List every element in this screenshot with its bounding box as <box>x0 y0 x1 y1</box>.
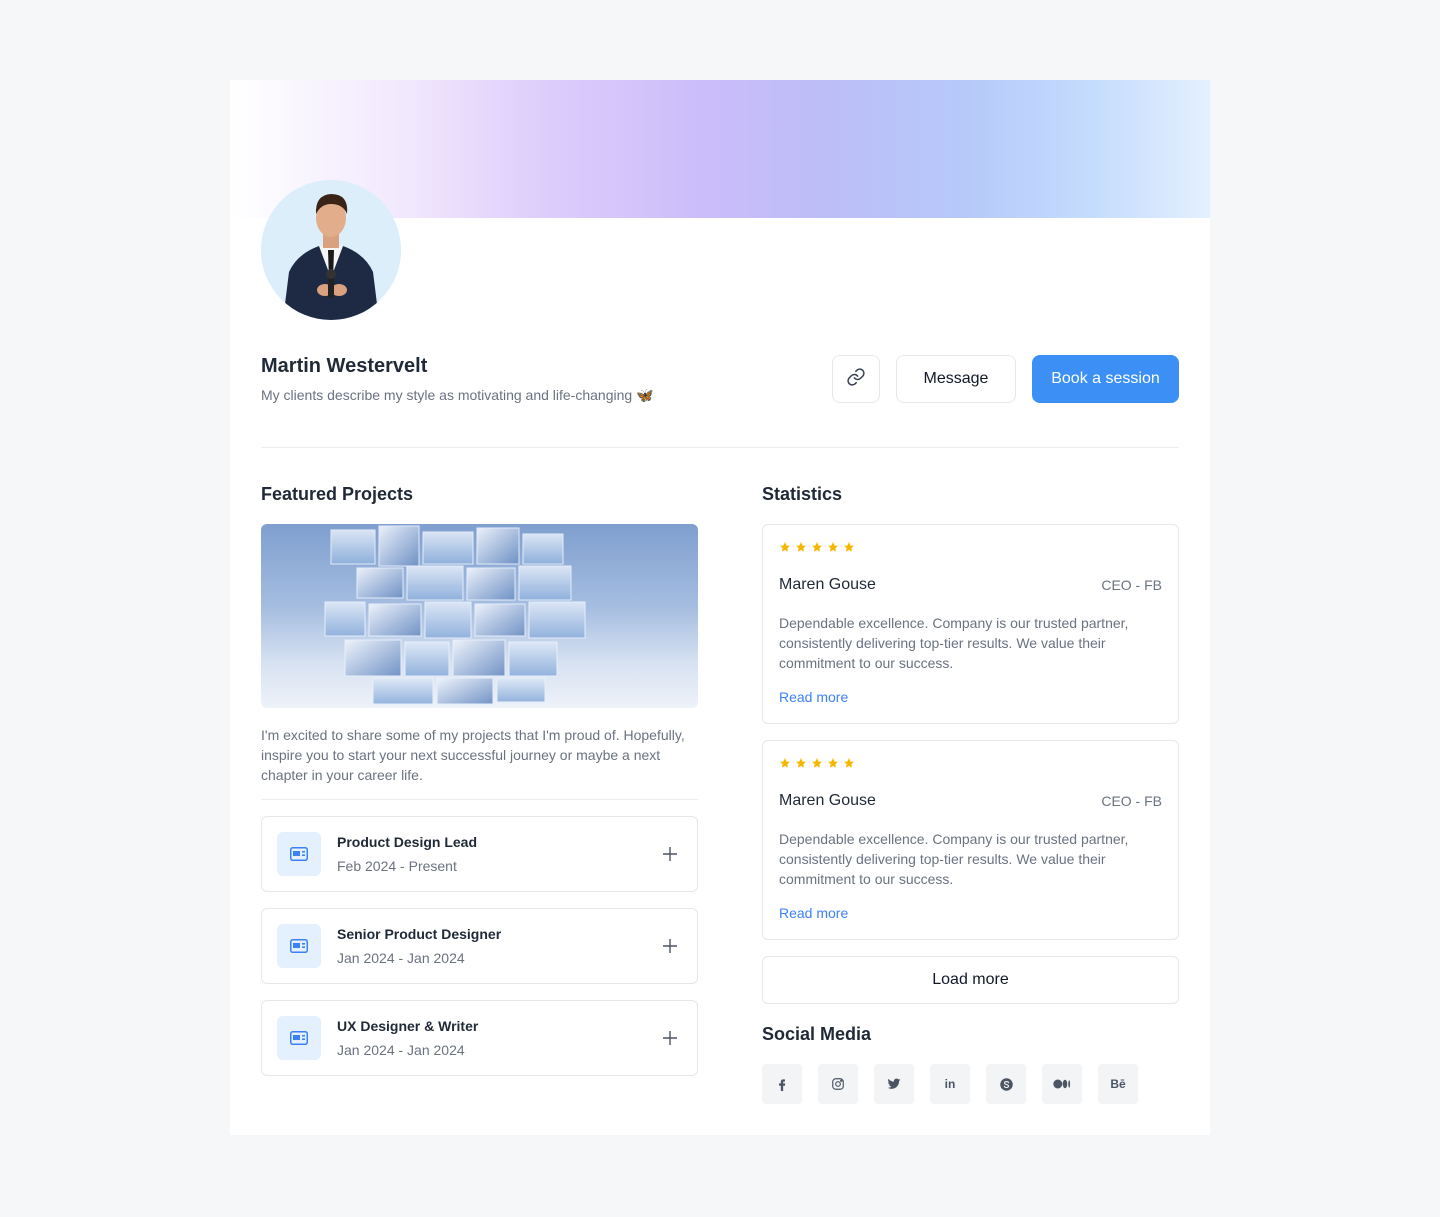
star-icon <box>780 758 790 768</box>
link-icon <box>846 367 866 392</box>
butterfly-icon: 🦋 <box>636 387 654 403</box>
book-session-button[interactable]: Book a session <box>1032 355 1179 403</box>
job-dates: Jan 2024 - Jan 2024 <box>337 1042 465 1058</box>
behance-icon[interactable]: Bē <box>1098 1064 1138 1104</box>
expand-plus-icon[interactable] <box>659 935 681 957</box>
social-media-heading: Social Media <box>762 1024 872 1044</box>
briefcase-card-icon <box>277 924 321 968</box>
facebook-icon[interactable] <box>762 1064 802 1104</box>
expand-plus-icon[interactable] <box>659 1027 681 1049</box>
job-item[interactable]: Senior Product Designer Jan 2024 - Jan 2… <box>261 908 698 984</box>
header-divider <box>261 447 1179 448</box>
job-title: Product Design Lead <box>337 834 478 850</box>
profile-card: Martin Westervelt My clients describe my… <box>230 80 1210 1135</box>
profile-bio-text: My clients describe my style as motivati… <box>261 387 633 403</box>
statistics-heading: Statistics <box>762 484 843 504</box>
star-icon <box>780 542 790 552</box>
star-icon <box>796 542 806 552</box>
star-rating <box>779 757 855 769</box>
skype-icon[interactable] <box>986 1064 1026 1104</box>
profile-bio: My clients describe my style as motivati… <box>261 387 654 404</box>
reviewer-name: Maren Gouse <box>779 576 876 593</box>
social-links: in Bē <box>762 1064 1138 1104</box>
profile-name: Martin Westervelt <box>261 355 428 377</box>
job-item[interactable]: Product Design Lead Feb 2024 - Present <box>261 816 698 892</box>
star-icon <box>796 758 806 768</box>
star-icon <box>844 542 854 552</box>
star-icon <box>828 758 838 768</box>
featured-project-image[interactable] <box>261 524 698 708</box>
featured-projects-description: I'm excited to share some of my projects… <box>261 727 685 783</box>
star-icon <box>844 758 854 768</box>
read-more-link[interactable]: Read more <box>779 905 848 921</box>
featured-projects-heading: Featured Projects <box>261 484 414 504</box>
reviewer-role: CEO - FB <box>1101 577 1162 593</box>
review-text: Dependable excellence. Company is our tr… <box>779 831 1129 887</box>
job-dates: Jan 2024 - Jan 2024 <box>337 950 465 966</box>
reviewer-name: Maren Gouse <box>779 792 876 809</box>
job-item[interactable]: UX Designer & Writer Jan 2024 - Jan 2024 <box>261 1000 698 1076</box>
message-button[interactable]: Message <box>896 355 1016 403</box>
instagram-icon[interactable] <box>818 1064 858 1104</box>
twitter-icon[interactable] <box>874 1064 914 1104</box>
star-icon <box>828 542 838 552</box>
job-title: Senior Product Designer <box>337 926 502 942</box>
load-more-button[interactable]: Load more <box>762 956 1179 1004</box>
reviewer-role: CEO - FB <box>1101 793 1162 809</box>
featured-divider <box>261 799 698 800</box>
review-card: Maren Gouse CEO - FB Dependable excellen… <box>762 524 1179 724</box>
review-text: Dependable excellence. Company is our tr… <box>779 615 1129 671</box>
job-title: UX Designer & Writer <box>337 1018 479 1034</box>
review-card: Maren Gouse CEO - FB Dependable excellen… <box>762 740 1179 940</box>
copy-link-button[interactable] <box>832 355 880 403</box>
linkedin-icon[interactable]: in <box>930 1064 970 1104</box>
job-dates: Feb 2024 - Present <box>337 858 457 874</box>
briefcase-card-icon <box>277 832 321 876</box>
star-icon <box>812 542 822 552</box>
read-more-link[interactable]: Read more <box>779 689 848 705</box>
expand-plus-icon[interactable] <box>659 843 681 865</box>
medium-icon[interactable] <box>1042 1064 1082 1104</box>
avatar <box>261 180 401 320</box>
star-rating <box>779 541 855 553</box>
briefcase-card-icon <box>277 1016 321 1060</box>
star-icon <box>812 758 822 768</box>
